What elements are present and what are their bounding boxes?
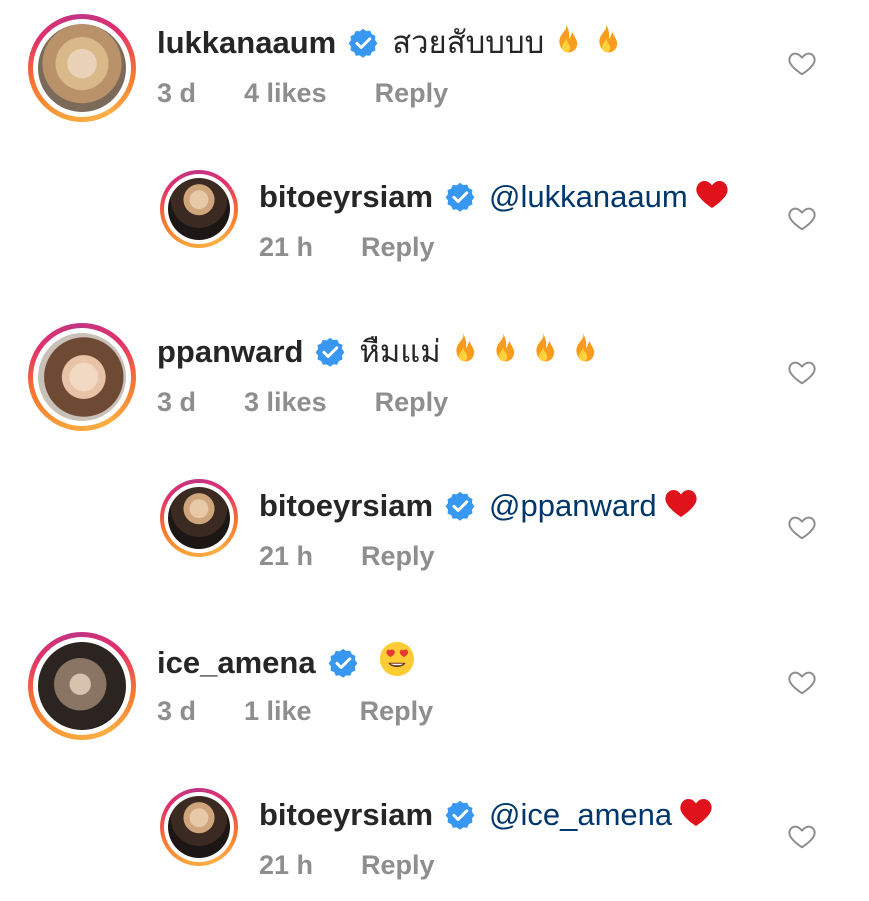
reply-button[interactable]: Reply	[375, 78, 449, 109]
reply-button[interactable]: Reply	[361, 232, 435, 263]
avatar[interactable]	[160, 170, 238, 248]
fire-icon	[590, 22, 622, 64]
avatar[interactable]	[28, 632, 136, 740]
comment-time: 21 h	[259, 541, 314, 571]
comment-text: หืมแม่	[359, 334, 441, 369]
verified-badge-icon	[328, 648, 358, 678]
comment-username[interactable]: bitoeyrsiam	[259, 797, 433, 833]
fire-icon	[550, 22, 582, 64]
heart-icon	[663, 485, 699, 527]
verified-badge-icon	[445, 800, 475, 830]
reply-button[interactable]: Reply	[361, 541, 435, 572]
comment-username[interactable]: ice_amena	[157, 645, 316, 681]
verified-badge-icon	[445, 182, 475, 212]
comment-time: 3 d	[157, 78, 197, 108]
comment-emoji	[694, 176, 730, 218]
fire-icon	[487, 331, 519, 373]
mention-link[interactable]: @ice_amena	[489, 797, 672, 833]
comment-time: 21 h	[259, 850, 314, 880]
reply-button[interactable]: Reply	[375, 387, 449, 418]
like-heart-icon[interactable]	[787, 821, 817, 851]
like-heart-icon[interactable]	[787, 48, 817, 78]
comment-username[interactable]: ppanward	[157, 334, 303, 370]
fire-icon	[567, 331, 599, 373]
mention-link[interactable]: @ppanward	[489, 488, 657, 524]
verified-badge-icon	[315, 337, 345, 367]
heart-eyes-face-icon	[378, 640, 416, 686]
like-heart-icon[interactable]	[787, 203, 817, 233]
comment-time: 21 h	[259, 232, 314, 262]
comment-username[interactable]: bitoeyrsiam	[259, 488, 433, 524]
comment-emoji	[447, 331, 599, 373]
comment-username[interactable]: lukkanaaum	[157, 25, 336, 61]
fire-icon	[527, 331, 559, 373]
heart-icon	[678, 794, 714, 836]
like-heart-icon[interactable]	[787, 357, 817, 387]
comment-emoji	[663, 485, 699, 527]
avatar[interactable]	[160, 788, 238, 866]
like-heart-icon[interactable]	[787, 512, 817, 542]
reply-button[interactable]: Reply	[360, 696, 434, 727]
comment-emoji	[678, 794, 714, 836]
avatar[interactable]	[28, 14, 136, 122]
like-count[interactable]: 1 like	[244, 696, 312, 727]
verified-badge-icon	[445, 491, 475, 521]
fire-icon	[447, 331, 479, 373]
like-heart-icon[interactable]	[787, 667, 817, 697]
avatar[interactable]	[28, 323, 136, 431]
reply-button[interactable]: Reply	[361, 850, 435, 881]
comment-time: 3 d	[157, 696, 197, 726]
comment-time: 3 d	[157, 387, 197, 417]
avatar[interactable]	[160, 479, 238, 557]
like-count[interactable]: 3 likes	[244, 387, 327, 418]
verified-badge-icon	[348, 28, 378, 58]
comment-emoji	[550, 22, 622, 64]
comment-emoji	[378, 640, 416, 686]
like-count[interactable]: 4 likes	[244, 78, 327, 109]
mention-link[interactable]: @lukkanaaum	[489, 179, 688, 215]
comment-text: สวยสับบบบ	[392, 25, 545, 60]
heart-icon	[694, 176, 730, 218]
comment-username[interactable]: bitoeyrsiam	[259, 179, 433, 215]
